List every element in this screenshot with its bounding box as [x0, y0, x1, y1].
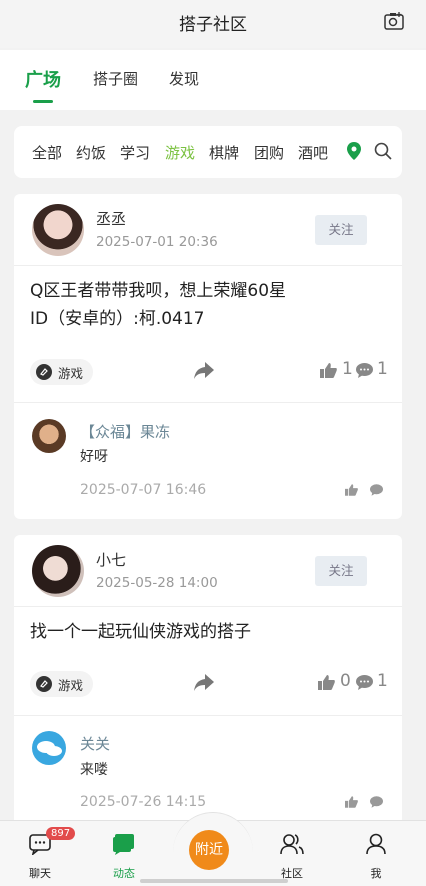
- page-title: 搭子社区: [179, 15, 247, 35]
- post-content: 找一个一起玩仙侠游戏的搭子: [30, 618, 251, 646]
- category-filter-bar: 全部 约饭 学习 游戏 棋牌 团购 酒吧: [14, 126, 402, 178]
- like-count: 1: [342, 359, 353, 379]
- post-tag[interactable]: 游戏: [30, 359, 94, 385]
- filter-all[interactable]: 全部: [32, 142, 62, 163]
- divider: [14, 265, 402, 266]
- post-time: 2025-05-28 14:00: [96, 575, 218, 591]
- nearby-button[interactable]: 附近: [189, 830, 229, 870]
- post-time: 2025-07-01 20:36: [96, 234, 218, 250]
- avatar[interactable]: [32, 731, 66, 765]
- reply-username[interactable]: 关关: [80, 733, 110, 754]
- tab-discover[interactable]: 发现: [169, 68, 199, 89]
- comment-icon[interactable]: [356, 675, 373, 690]
- post-card[interactable]: 丞丞 2025-07-01 20:36 关注 Q区王者带带我呗，想上荣耀60星 …: [14, 194, 402, 519]
- tab-circle[interactable]: 搭子圈: [93, 68, 138, 89]
- camera-plus-icon[interactable]: [384, 12, 404, 30]
- post-content-line: ID（安卓的）:柯.0417: [30, 309, 205, 329]
- nav-chat-label: 聊天: [29, 867, 51, 880]
- unread-badge: 897: [46, 827, 76, 840]
- location-pin-icon[interactable]: [347, 142, 361, 160]
- post-content-line: Q区王者带带我呗，想上荣耀60星: [30, 281, 287, 301]
- post-username[interactable]: 小七: [96, 549, 126, 570]
- avatar[interactable]: [32, 419, 66, 453]
- comment-icon[interactable]: [356, 363, 373, 378]
- game-tag-icon: [36, 364, 52, 380]
- like-icon[interactable]: [318, 675, 335, 690]
- reply-text: 好呀: [80, 449, 108, 465]
- follow-button[interactable]: 关注: [315, 556, 367, 586]
- game-tag-icon: [36, 676, 52, 692]
- divider: [14, 606, 402, 607]
- home-indicator: [140, 879, 288, 883]
- filter-chess[interactable]: 棋牌: [209, 142, 239, 163]
- top-bar: 搭子社区: [0, 0, 426, 48]
- post-tag-label: 游戏: [58, 677, 84, 693]
- feed-icon: [113, 834, 134, 855]
- post-content-line: 找一个一起玩仙侠游戏的搭子: [30, 622, 251, 642]
- post-tag[interactable]: 游戏: [30, 671, 94, 697]
- nav-me-label: 我: [370, 867, 382, 880]
- cloud-avatar-icon: [37, 741, 62, 756]
- divider: [14, 715, 402, 716]
- avatar[interactable]: [32, 204, 84, 256]
- like-icon[interactable]: [345, 796, 358, 808]
- like-count: 0: [340, 671, 351, 691]
- reply-username[interactable]: 【众福】果冻: [80, 421, 170, 442]
- tab-square[interactable]: 广场: [25, 66, 61, 92]
- reply-text: 来喽: [80, 762, 108, 778]
- comment-count: 1: [377, 671, 388, 691]
- share-icon[interactable]: [194, 674, 214, 692]
- filter-dining[interactable]: 约饭: [76, 142, 106, 163]
- avatar[interactable]: [32, 545, 84, 597]
- comment-icon[interactable]: [370, 796, 383, 808]
- reply-time: 2025-07-07 16:46: [80, 482, 207, 498]
- people-icon: [280, 834, 304, 855]
- filter-groupbuy[interactable]: 团购: [254, 142, 284, 163]
- filter-games[interactable]: 游戏: [165, 142, 195, 163]
- nav-chat[interactable]: 897 聊天: [10, 827, 76, 881]
- reply-time: 2025-07-26 14:15: [80, 794, 207, 810]
- comment-count: 1: [377, 359, 388, 379]
- comment-icon[interactable]: [370, 484, 383, 496]
- filter-study[interactable]: 学习: [120, 142, 150, 163]
- tab-active-indicator: [33, 100, 53, 103]
- search-icon[interactable]: [374, 142, 392, 160]
- like-icon[interactable]: [345, 484, 358, 496]
- post-card[interactable]: 小七 2025-05-28 14:00 关注 找一个一起玩仙侠游戏的搭子 游戏 …: [14, 535, 402, 825]
- post-content: Q区王者带带我呗，想上荣耀60星 ID（安卓的）:柯.0417: [30, 277, 286, 333]
- nav-me[interactable]: 我: [346, 833, 406, 881]
- user-icon: [366, 833, 386, 855]
- main-tabs: 广场 搭子圈 发现: [0, 50, 426, 110]
- like-icon[interactable]: [320, 363, 337, 378]
- post-tag-label: 游戏: [58, 365, 84, 381]
- nav-community[interactable]: 社区: [262, 833, 322, 881]
- divider: [14, 402, 402, 403]
- share-icon[interactable]: [194, 362, 214, 380]
- follow-button[interactable]: 关注: [315, 215, 367, 245]
- post-username[interactable]: 丞丞: [96, 208, 126, 229]
- filter-bar[interactable]: 酒吧: [298, 142, 328, 163]
- nav-feed[interactable]: 动态: [94, 833, 154, 881]
